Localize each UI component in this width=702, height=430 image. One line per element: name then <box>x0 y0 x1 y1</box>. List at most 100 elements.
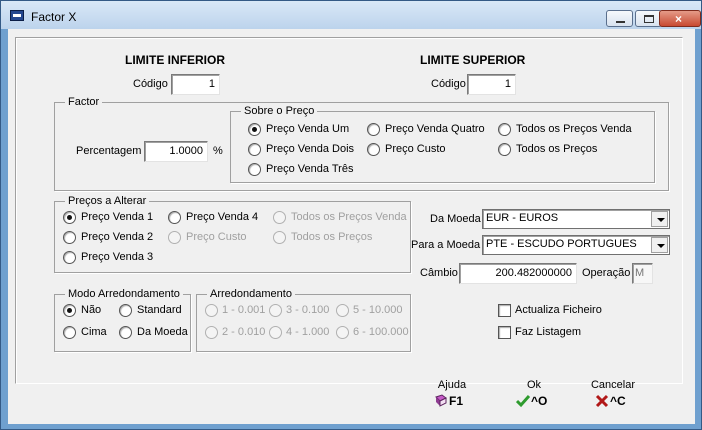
da-moeda-value: EUR - EUROS <box>486 212 559 224</box>
window-title: Factor X <box>31 10 77 24</box>
precos-label-todos-venda: Todos os Preços Venda <box>291 211 407 223</box>
check-icon <box>516 395 530 408</box>
arred-label-2: 2 - 0.010 <box>222 326 266 338</box>
precos-radio-venda-2[interactable] <box>63 231 76 244</box>
sobre-radio-custo[interactable] <box>367 143 380 156</box>
sobre-radio-venda-quatro[interactable] <box>367 123 380 136</box>
minimize-icon <box>616 21 625 23</box>
cambio-input[interactable]: 200.482000000 <box>459 263 577 284</box>
cancel-shortcut: ^C <box>610 394 626 408</box>
ok-command[interactable]: Ok ^O <box>503 379 565 423</box>
modo-label-da-moeda: Da Moeda <box>137 326 188 338</box>
operacao-input: M <box>632 263 653 284</box>
precos-radio-todos <box>273 231 286 244</box>
main-panel: LIMITE INFERIOR Código 1 LIMITE SUPERIOR… <box>15 37 683 384</box>
para-moeda-label: Para a Moeda <box>411 239 481 251</box>
precos-radio-custo <box>168 231 181 244</box>
cancel-x-icon <box>595 394 609 408</box>
precos-radio-todos-venda <box>273 211 286 224</box>
modo-label-standard: Standard <box>137 304 182 316</box>
sobre-label-todos: Todos os Preços <box>516 143 598 155</box>
superior-code-input[interactable]: 1 <box>467 74 516 95</box>
arred-radio-3 <box>269 304 282 317</box>
da-moeda-label: Da Moeda <box>430 213 481 225</box>
cancel-label: Cancelar <box>590 379 636 391</box>
arred-label-4: 4 - 1.000 <box>286 326 330 338</box>
operacao-label: Operação <box>582 267 631 279</box>
help-label: Ajuda <box>437 379 467 391</box>
para-moeda-dropdown-icon[interactable] <box>651 237 668 253</box>
para-moeda-value: PTE - ESCUDO PORTUGUES <box>486 238 637 250</box>
modo-radio-standard[interactable] <box>119 304 132 317</box>
arred-radio-5 <box>336 304 349 317</box>
arred-radio-6 <box>336 326 349 339</box>
arredondamento-group: Arredondamento 1 - 0.001 3 - 0.100 5 - 1… <box>196 288 411 352</box>
percentagem-input[interactable]: 1.0000 <box>144 141 208 162</box>
modo-label-nao: Não <box>81 304 102 316</box>
app-icon <box>10 10 24 21</box>
faz-listagem-label: Faz Listagem <box>515 326 582 338</box>
precos-label-venda-2: Preço Venda 2 <box>81 231 154 243</box>
minimize-button[interactable] <box>606 10 633 27</box>
precos-label-custo: Preço Custo <box>186 231 247 243</box>
limite-superior-heading: LIMITE SUPERIOR <box>420 53 526 67</box>
arred-label-5: 5 - 10.000 <box>353 304 403 316</box>
factor-legend: Factor <box>65 96 103 108</box>
precos-radio-venda-1[interactable] <box>63 211 76 224</box>
da-moeda-dropdown-icon[interactable] <box>651 211 668 227</box>
dialog-client-area: LIMITE INFERIOR Código 1 LIMITE SUPERIOR… <box>8 29 695 424</box>
sobre-radio-venda-um[interactable] <box>248 123 261 136</box>
modo-arredondamento-legend: Modo Arredondamento <box>65 288 183 300</box>
arredondamento-legend: Arredondamento <box>207 288 295 300</box>
sobre-radio-todos-venda[interactable] <box>498 123 511 136</box>
close-icon: × <box>675 12 683 26</box>
maximize-button[interactable] <box>635 10 662 27</box>
actualiza-ficheiro-label: Actualiza Ficheiro <box>515 304 602 316</box>
help-shortcut: F1 <box>449 394 464 408</box>
arred-radio-2 <box>205 326 218 339</box>
faz-listagem-checkbox[interactable] <box>498 326 511 339</box>
sobre-label-venda-quatro: Preço Venda Quatro <box>385 123 485 135</box>
sobre-label-venda-um: Preço Venda Um <box>266 123 350 135</box>
para-moeda-select[interactable]: PTE - ESCUDO PORTUGUES <box>482 235 670 255</box>
modo-label-cima: Cima <box>81 326 107 338</box>
factor-group: Factor Percentagem 1.0000 % Sobre o Preç… <box>54 96 669 191</box>
sobre-radio-todos[interactable] <box>498 143 511 156</box>
arred-label-3: 3 - 0.100 <box>286 304 330 316</box>
actualiza-ficheiro-checkbox[interactable] <box>498 304 511 317</box>
modo-radio-cima[interactable] <box>63 326 76 339</box>
sobre-radio-venda-dois[interactable] <box>248 143 261 156</box>
factor-x-window: Factor X × LIMITE INFERIOR Código 1 LIMI… <box>0 0 702 430</box>
precos-label-todos: Todos os Preços <box>291 231 373 243</box>
modo-arredondamento-group: Modo Arredondamento Não Standard Cima Da… <box>54 288 191 352</box>
sobre-label-todos-venda: Todos os Preços Venda <box>516 123 632 135</box>
precos-radio-venda-4[interactable] <box>168 211 181 224</box>
help-command[interactable]: Ajuda F1 <box>421 379 483 423</box>
close-button[interactable]: × <box>659 10 701 27</box>
cancel-command[interactable]: Cancelar ^C <box>582 379 644 423</box>
precos-radio-venda-3[interactable] <box>63 251 76 264</box>
precos-label-venda-1: Preço Venda 1 <box>81 211 154 223</box>
modo-radio-da-moeda[interactable] <box>119 326 132 339</box>
modo-radio-nao[interactable] <box>63 304 76 317</box>
sobre-preco-group: Sobre o Preço Preço Venda Um Preço Venda… <box>230 105 655 183</box>
inferior-code-input[interactable]: 1 <box>171 74 220 95</box>
percentagem-label: Percentagem <box>76 145 142 157</box>
percent-symbol: % <box>213 145 223 157</box>
arred-radio-4 <box>269 326 282 339</box>
precos-label-venda-3: Preço Venda 3 <box>81 251 154 263</box>
ok-shortcut: ^O <box>531 394 548 408</box>
limite-inferior-heading: LIMITE INFERIOR <box>125 53 225 67</box>
sobre-radio-venda-tres[interactable] <box>248 163 261 176</box>
arred-radio-1 <box>205 304 218 317</box>
precos-label-venda-4: Preço Venda 4 <box>186 211 259 223</box>
arred-label-1: 1 - 0.001 <box>222 304 266 316</box>
sobre-preco-legend: Sobre o Preço <box>241 105 318 117</box>
ok-label: Ok <box>526 379 542 391</box>
title-bar[interactable]: Factor X × <box>1 1 701 29</box>
arred-label-6: 6 - 100.000 <box>353 326 409 338</box>
sobre-label-venda-dois: Preço Venda Dois <box>266 143 355 155</box>
superior-code-label: Código <box>431 78 466 90</box>
precos-alterar-legend: Preços a Alterar <box>65 195 150 207</box>
da-moeda-select[interactable]: EUR - EUROS <box>482 209 670 229</box>
